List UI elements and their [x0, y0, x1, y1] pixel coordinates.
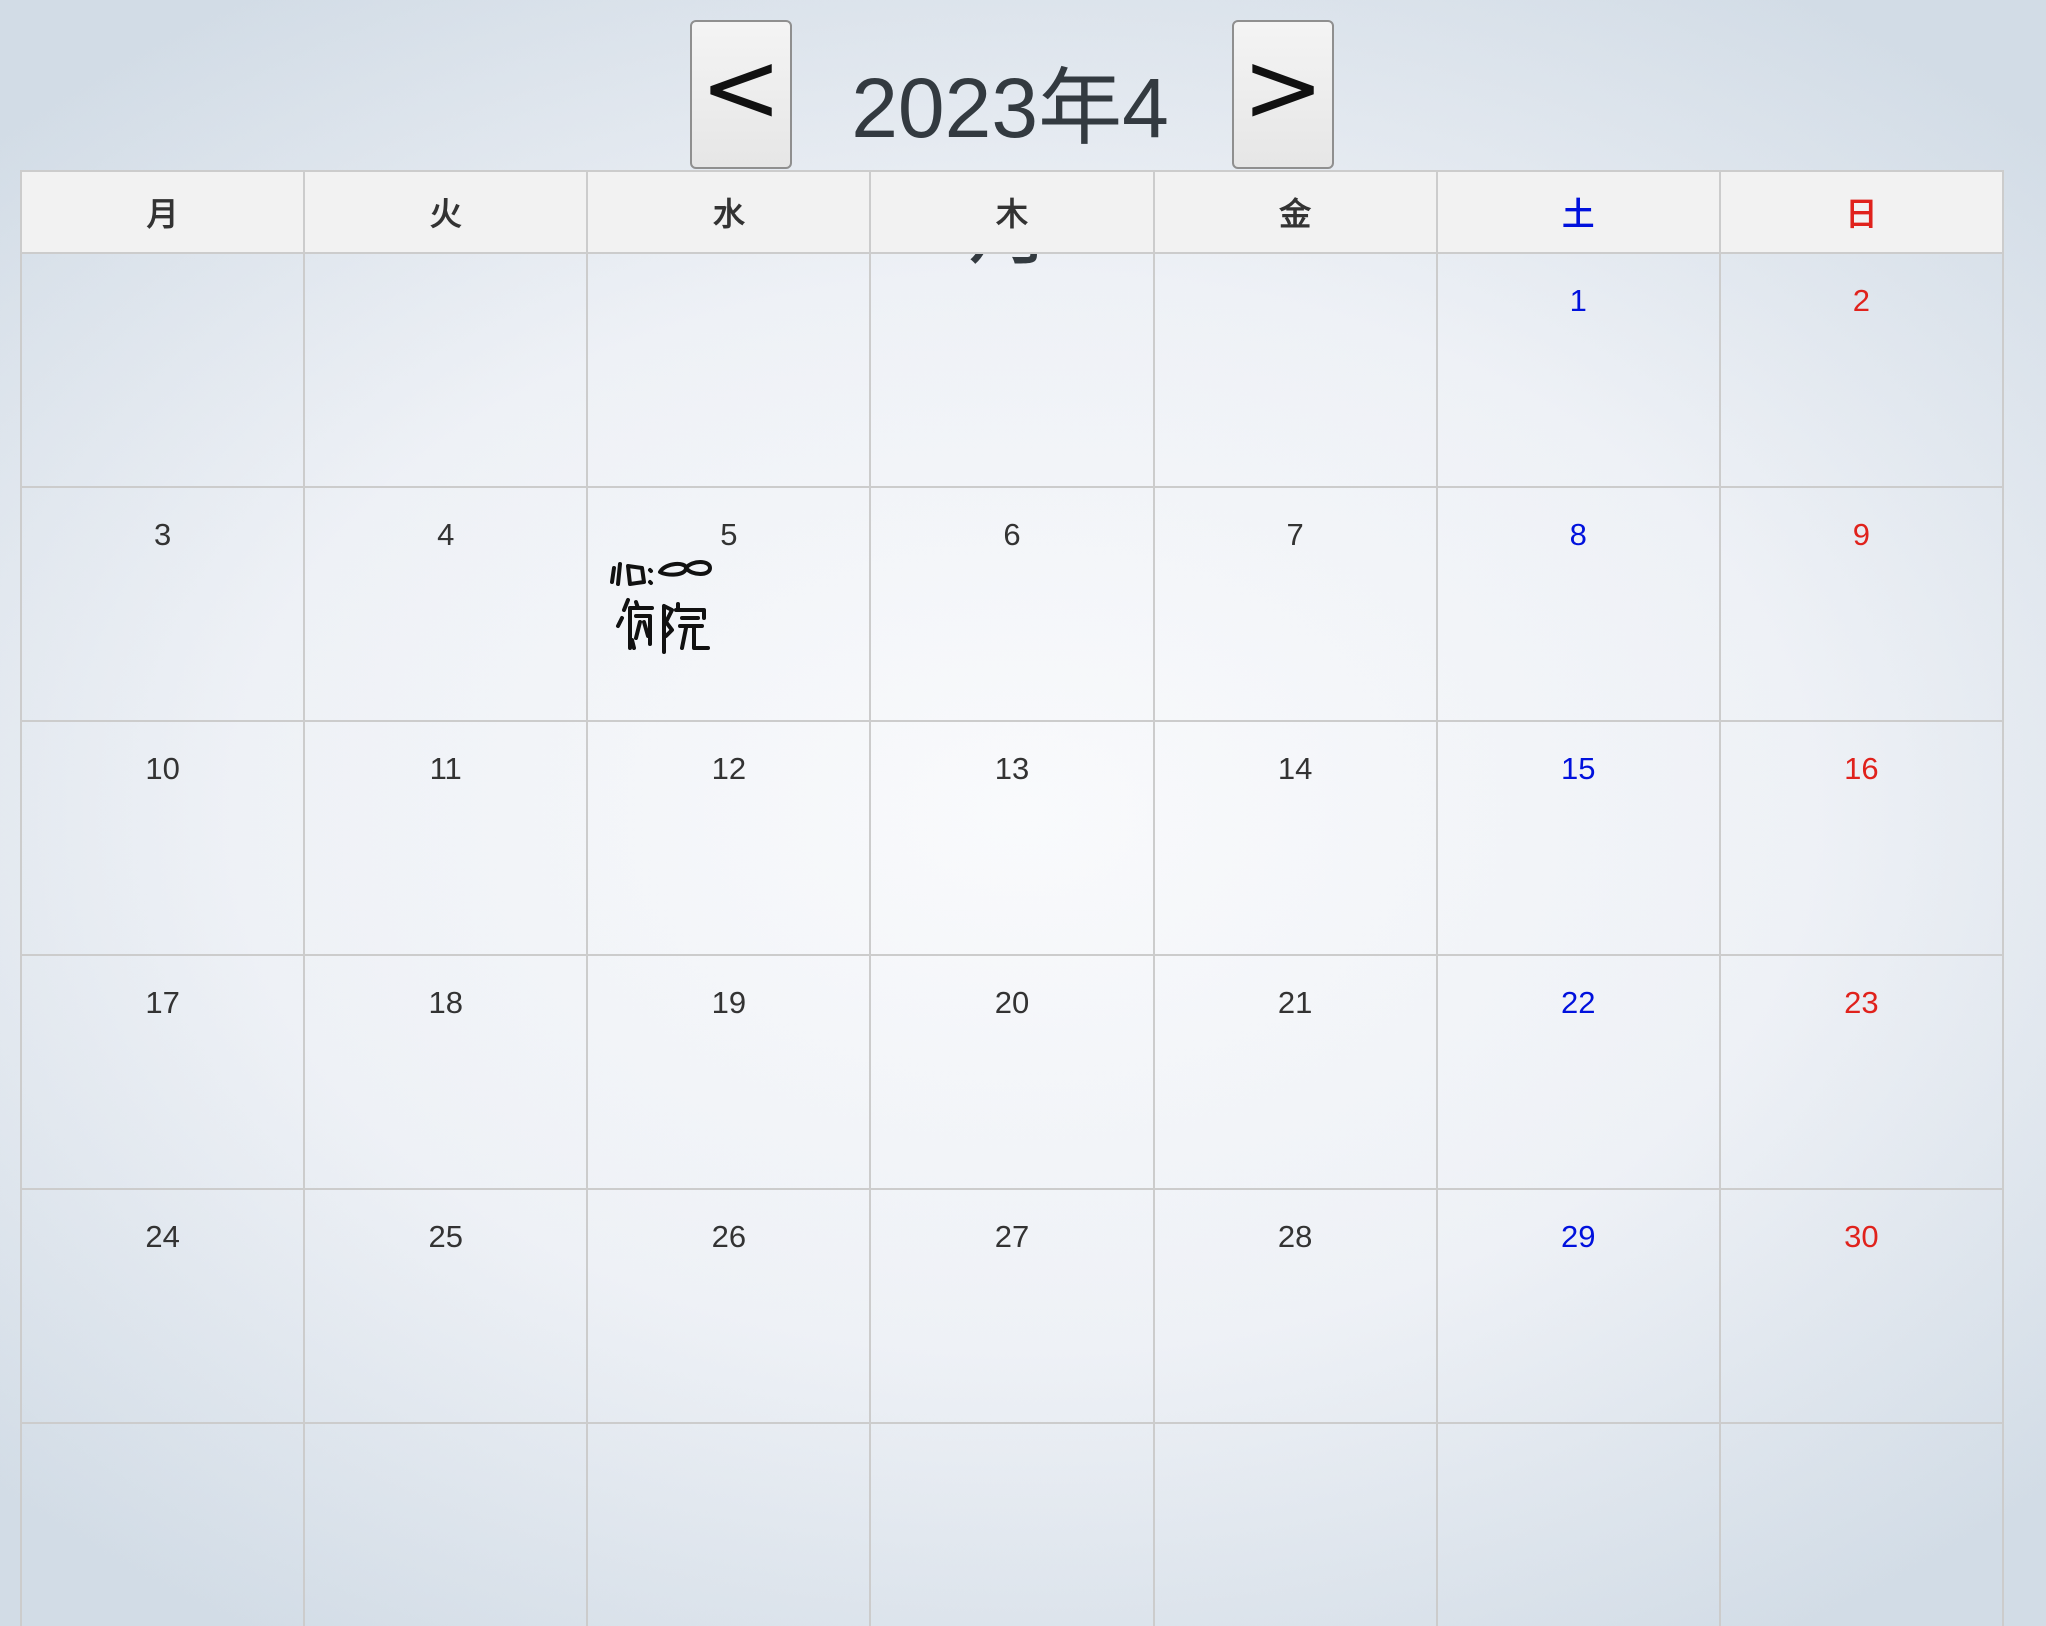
day-number: 8 — [1569, 517, 1587, 552]
day-cell-23[interactable]: 23 — [1718, 954, 2005, 1190]
week-row: 24 25 26 27 28 29 30 — [19, 1188, 2005, 1424]
day-cell-1[interactable]: 1 — [1435, 252, 1721, 488]
weekday-mon: 月 — [19, 170, 306, 254]
day-number: 24 — [145, 1219, 180, 1254]
empty-day-cell[interactable] — [586, 1422, 872, 1626]
day-cell-7[interactable]: 7 — [1152, 486, 1438, 722]
day-number: 17 — [145, 985, 180, 1020]
day-number: 21 — [1277, 985, 1313, 1020]
day-cell-14[interactable]: 14 — [1152, 720, 1438, 956]
month-title: 2023年4月 — [851, 61, 1169, 275]
week-row: 17 18 19 20 21 22 23 — [19, 954, 2005, 1190]
empty-day-cell[interactable] — [19, 1422, 306, 1626]
day-cell-2[interactable]: 2 — [1718, 252, 2005, 488]
day-number: 25 — [428, 1219, 463, 1254]
empty-day-cell[interactable] — [586, 252, 872, 488]
day-number: 22 — [1561, 985, 1596, 1020]
empty-day-cell[interactable] — [869, 1422, 1155, 1626]
empty-day-cell[interactable] — [1718, 1422, 2005, 1626]
empty-day-cell[interactable] — [1152, 252, 1438, 488]
day-cell-29[interactable]: 29 — [1435, 1188, 1721, 1424]
day-number: 26 — [711, 1219, 747, 1254]
day-number: 7 — [1286, 517, 1304, 552]
empty-day-cell[interactable] — [19, 252, 306, 488]
day-cell-20[interactable]: 20 — [869, 954, 1155, 1190]
day-number: 4 — [437, 517, 455, 552]
week-row: 10 11 12 13 14 15 16 — [19, 720, 2005, 956]
day-number: 27 — [994, 1219, 1030, 1254]
day-number: 9 — [1852, 517, 1871, 552]
handwritten-memo — [610, 560, 713, 654]
day-cell-30[interactable]: 30 — [1718, 1188, 2005, 1424]
day-number: 29 — [1561, 1219, 1596, 1254]
day-number: 3 — [153, 517, 172, 552]
day-number: 30 — [1844, 1219, 1879, 1254]
day-cell-9[interactable]: 9 — [1718, 486, 2005, 722]
weekday-sat: 土 — [1435, 170, 1721, 254]
day-cell-13[interactable]: 13 — [869, 720, 1155, 956]
day-number: 11 — [429, 751, 462, 786]
day-cell-6[interactable]: 6 — [869, 486, 1155, 722]
weekday-sun: 日 — [1718, 170, 2005, 254]
day-cell-10[interactable]: 10 — [19, 720, 306, 956]
day-number: 18 — [428, 985, 463, 1020]
empty-day-cell[interactable] — [303, 1422, 589, 1626]
day-cell-25[interactable]: 25 — [303, 1188, 589, 1424]
day-number: 19 — [711, 985, 747, 1020]
day-number: 28 — [1277, 1219, 1313, 1254]
weekday-fri: 金 — [1152, 170, 1438, 254]
day-cell-24[interactable]: 24 — [19, 1188, 306, 1424]
week-row: 12 — [19, 252, 2005, 488]
day-cell-21[interactable]: 21 — [1152, 954, 1438, 1190]
day-cell-12[interactable]: 12 — [586, 720, 872, 956]
weekday-header-row: 月 火 水 木 金 土 日 — [19, 170, 2005, 254]
empty-day-cell[interactable] — [1435, 1422, 1721, 1626]
calendar-app: < 2023年4月 > 月 火 水 木 金 土 日 12345678910111… — [0, 0, 2046, 1626]
day-number: 23 — [1844, 985, 1879, 1020]
day-number: 15 — [1561, 751, 1596, 786]
week-row: 3 4 5 6 7 8 9 — [19, 486, 2005, 722]
day-cell-28[interactable]: 28 — [1152, 1188, 1438, 1424]
day-cell-26[interactable]: 26 — [586, 1188, 872, 1424]
weekday-wed: 水 — [586, 170, 872, 254]
day-number: 1 — [1569, 283, 1587, 318]
empty-day-cell[interactable] — [1152, 1422, 1438, 1626]
calendar-grid: 月 火 水 木 金 土 日 1 2 3 4 5 6 7 8 9 10 11 12 13 14 15 16 17 1… — [19, 170, 2005, 1626]
day-number: 6 — [1003, 517, 1021, 552]
day-number: 10 — [145, 751, 180, 786]
day-cell-27[interactable]: 27 — [869, 1188, 1155, 1424]
day-cell-22[interactable]: 22 — [1435, 954, 1721, 1190]
day-cell-16[interactable]: 16 — [1718, 720, 2005, 956]
day-cell-3[interactable]: 3 — [19, 486, 306, 722]
week-row — [19, 1422, 2005, 1626]
day-cell-5[interactable]: 5 — [586, 486, 872, 722]
day-number: 2 — [1852, 283, 1871, 318]
day-cell-17[interactable]: 17 — [19, 954, 306, 1190]
next-month-button[interactable]: > — [1232, 20, 1334, 169]
day-cell-19[interactable]: 19 — [586, 954, 872, 1190]
calendar-header: < 2023年4月 > — [0, 0, 2046, 275]
day-number: 20 — [994, 985, 1030, 1020]
day-cell-11[interactable]: 11 — [303, 720, 589, 956]
day-number: 16 — [1844, 751, 1879, 786]
day-cell-15[interactable]: 15 — [1435, 720, 1721, 956]
day-number: 13 — [994, 751, 1030, 786]
day-number: 12 — [711, 751, 747, 786]
prev-month-button[interactable]: < — [690, 20, 792, 169]
empty-day-cell[interactable] — [303, 252, 589, 488]
day-cell-8[interactable]: 8 — [1435, 486, 1721, 722]
weekday-thu: 木 — [869, 170, 1155, 254]
weekday-tue: 火 — [303, 170, 589, 254]
day-cell-18[interactable]: 18 — [303, 954, 589, 1190]
day-cell-4[interactable]: 4 — [303, 486, 589, 722]
empty-day-cell[interactable] — [869, 252, 1155, 488]
day-number: 14 — [1277, 751, 1313, 786]
